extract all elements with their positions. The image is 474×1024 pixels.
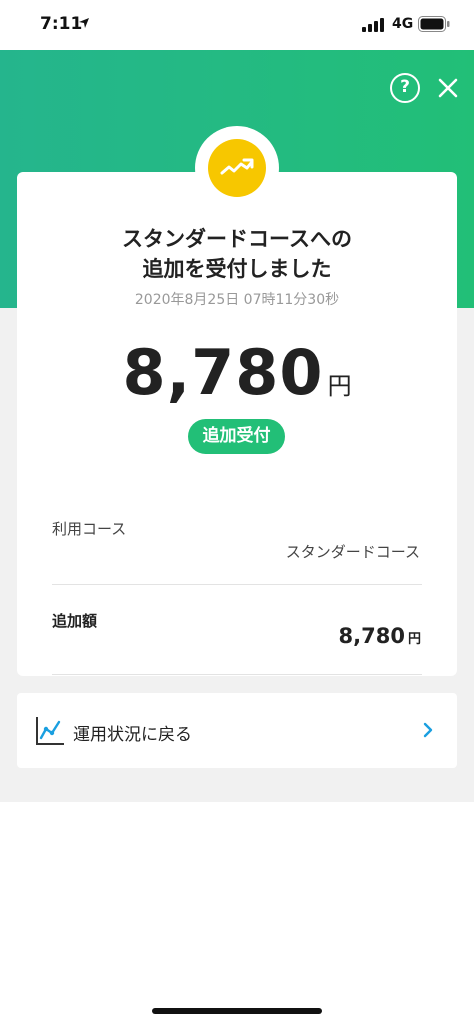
help-button[interactable]: ?: [390, 73, 420, 103]
chevron-right-icon: [423, 722, 433, 738]
close-icon[interactable]: [434, 74, 462, 102]
battery-icon: [418, 16, 450, 32]
amount-currency: 円: [327, 372, 352, 400]
added-amount-value: 8,780: [338, 624, 405, 648]
title-line-1: スタンダードコースへの: [122, 227, 352, 251]
growth-badge: [208, 139, 266, 197]
title-line-2: 追加を受付しました: [142, 257, 332, 281]
added-amount-currency: 円: [407, 632, 421, 647]
course-value: スタンダードコース: [285, 543, 420, 561]
page-title: スタンダードコースへの 追加を受付しました: [17, 224, 457, 284]
timestamp: 2020年8月25日 07時11分30秒: [134, 292, 340, 308]
home-indicator[interactable]: [152, 1008, 322, 1014]
return-to-status-button[interactable]: 運用状況に戻る: [17, 693, 457, 768]
status-time: 7:11: [40, 14, 83, 34]
amount-value: 8,780: [122, 336, 324, 409]
signal-icon: [362, 18, 384, 32]
chart-icon: [36, 717, 64, 745]
divider: [52, 674, 422, 675]
trend-up-icon: [220, 158, 254, 175]
status-badge: 追加受付: [188, 419, 285, 454]
amount-display: 8,780 円: [17, 336, 457, 409]
added-amount-label: 追加額: [52, 612, 98, 630]
network-type: 4G: [392, 16, 414, 32]
status-bar: 7:11 4G: [0, 0, 474, 50]
return-label: 運用状況に戻る: [73, 725, 192, 745]
added-amount: 8,780 円: [339, 624, 421, 648]
course-label: 利用コース: [52, 520, 127, 538]
location-arrow-icon: [79, 18, 89, 28]
divider: [52, 584, 422, 585]
